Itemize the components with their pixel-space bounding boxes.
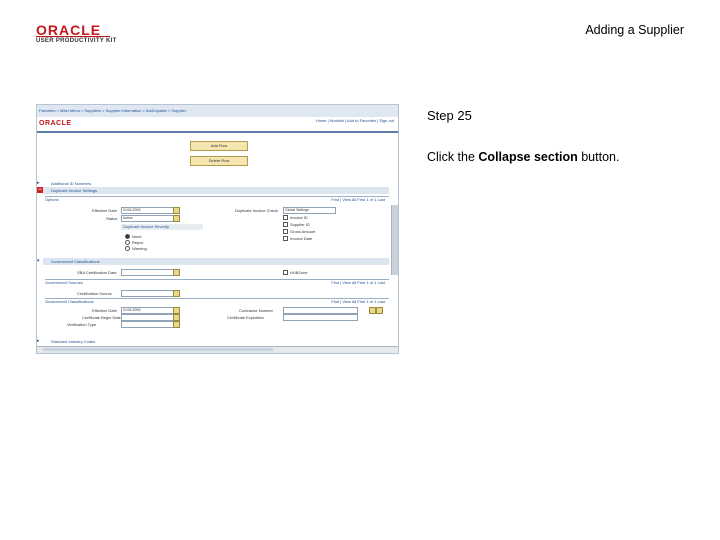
gov-certs-header-label: Government Classifications [45, 299, 94, 304]
dropdown-icon[interactable] [173, 215, 180, 222]
screenshot-oracle-logo: ORACLE [39, 120, 72, 127]
section-additional-id[interactable]: ▸ Additional ID Numbers [37, 180, 389, 187]
cert-begin-label: Certificate Begin Date [82, 315, 121, 320]
contractor-number-input[interactable] [283, 307, 358, 314]
expand-arrow-icon[interactable]: ▸ [37, 180, 40, 186]
section-government-classifications[interactable]: ▾ Government Classifications [37, 258, 389, 265]
logo-divider [36, 36, 110, 37]
radio-none[interactable] [125, 234, 130, 239]
checkbox-invoice-id[interactable] [283, 215, 288, 220]
section-standard-industry-label: Standard Industry Codes [51, 339, 96, 344]
effective-date-input[interactable]: 01/01/2000 [121, 207, 174, 214]
options-row-nav[interactable]: Find | View All First 1 of 1 Last [331, 197, 385, 203]
gov-certs-header: Government Classifications Find | View A… [45, 298, 389, 305]
sba-cert-input[interactable] [121, 269, 174, 276]
step-instruction: Click the Collapse section button. [427, 150, 619, 164]
step-label: Step 25 [427, 108, 472, 123]
lookup-icon[interactable] [173, 290, 180, 297]
delete-row-icon[interactable] [376, 307, 383, 314]
options-header-label: Options [45, 197, 59, 202]
section-duplicate-invoice[interactable]: − Duplicate Invoice Settings [37, 187, 389, 194]
cert-begin-input[interactable] [121, 314, 174, 321]
screenshot-breadcrumb[interactable]: Favorites > Main Menu > Suppliers > Supp… [39, 108, 186, 113]
gov-sources-header-label: Government Sources [45, 280, 83, 285]
checkbox-supplier-id[interactable] [283, 222, 288, 227]
section-additional-id-label: Additional ID Numbers [51, 181, 92, 186]
checkbox-supplier-id-label: Supplier ID [290, 222, 310, 227]
hubzone-checkbox[interactable] [283, 270, 288, 275]
gov-eff-date-label: Effective Date [92, 308, 117, 313]
section-duplicate-invoice-label: Duplicate Invoice Settings [51, 188, 98, 193]
status-label: Status [106, 216, 118, 221]
calendar-icon[interactable] [173, 314, 180, 321]
radio-reject-label: Reject [132, 240, 144, 245]
instruction-prefix: Click the [427, 150, 479, 164]
upk-logo-subtitle: USER PRODUCTIVITY KIT [36, 38, 117, 44]
options-header: Options Find | View All First 1 of 1 Las… [45, 196, 389, 203]
radio-warning[interactable] [125, 246, 130, 251]
cert-source-input[interactable] [121, 290, 174, 297]
checkbox-invoice-date-label: Invoice Date [290, 236, 313, 241]
checkbox-gross-amount-label: Gross Amount [290, 229, 316, 234]
section-gov-class-label: Government Classifications [51, 259, 100, 264]
contractor-number-label: Contractor Number [239, 308, 274, 313]
horizontal-scrollbar[interactable] [37, 346, 398, 353]
checkbox-invoice-id-label: Invoice ID [290, 215, 308, 220]
expand-arrow-icon[interactable]: ▸ [37, 338, 40, 344]
radio-reject[interactable] [125, 240, 130, 245]
delete-row-button[interactable]: Delete Row [190, 156, 248, 166]
effective-date-label: Effective Date [92, 208, 117, 213]
gov-certs-row-nav[interactable]: Find | View All First 1 of 1 Last [331, 299, 385, 305]
cert-expiration-label: Certificate Expiration [227, 315, 264, 320]
horizontal-scroll-thumb[interactable] [43, 348, 273, 351]
gov-sources-header: Government Sources Find | View All First… [45, 279, 389, 286]
gov-sources-row-nav[interactable]: Find | View All First 1 of 1 Last [331, 280, 385, 286]
cert-source-label: Certification Source [77, 291, 112, 296]
section-standard-industry[interactable]: ▸ Standard Industry Codes [37, 338, 389, 345]
verification-type-label: Verification Type [67, 322, 97, 327]
sba-cert-label: SBA Certification Date [77, 270, 117, 275]
dup-check-label: Duplicate Invoice Check [235, 208, 278, 213]
collapse-arrow-icon[interactable]: ▾ [37, 258, 40, 264]
checkbox-invoice-date[interactable] [283, 236, 288, 241]
calendar-icon[interactable] [173, 207, 180, 214]
instruction-suffix: button. [577, 150, 620, 164]
status-select[interactable]: Active [121, 215, 174, 222]
radio-warning-label: Warning [132, 246, 147, 251]
instruction-bold: Collapse section [478, 150, 578, 164]
screenshot-nav-links[interactable]: Home | Worklist | Add to Favorites | Sig… [316, 118, 394, 123]
radio-none-label: None [132, 234, 142, 239]
add-row-icon[interactable] [369, 307, 376, 314]
gov-eff-date-input[interactable]: 01/01/2000 [121, 307, 174, 314]
calendar-icon[interactable] [173, 269, 180, 276]
application-screenshot: Favorites > Main Menu > Suppliers > Supp… [36, 104, 399, 354]
checkbox-gross-amount[interactable] [283, 229, 288, 234]
dup-check-select[interactable]: Global Settings [283, 207, 336, 214]
severity-header: Duplicate Invoice Severity [121, 224, 203, 230]
lookup-icon[interactable] [173, 321, 180, 328]
screenshot-breadcrumb-bar: Favorites > Main Menu > Suppliers > Supp… [37, 105, 398, 117]
cert-expiration-input[interactable] [283, 314, 358, 321]
verification-type-input[interactable] [121, 321, 174, 328]
add-row-button[interactable]: Add Row [190, 141, 248, 151]
calendar-icon[interactable] [173, 307, 180, 314]
hubzone-label: HUBZone [290, 270, 308, 275]
collapse-section-button[interactable]: − [37, 187, 43, 193]
document-title: Adding a Supplier [585, 23, 684, 37]
screenshot-header: ORACLE Home | Worklist | Add to Favorite… [37, 117, 398, 133]
vertical-scrollbar[interactable] [391, 205, 398, 275]
